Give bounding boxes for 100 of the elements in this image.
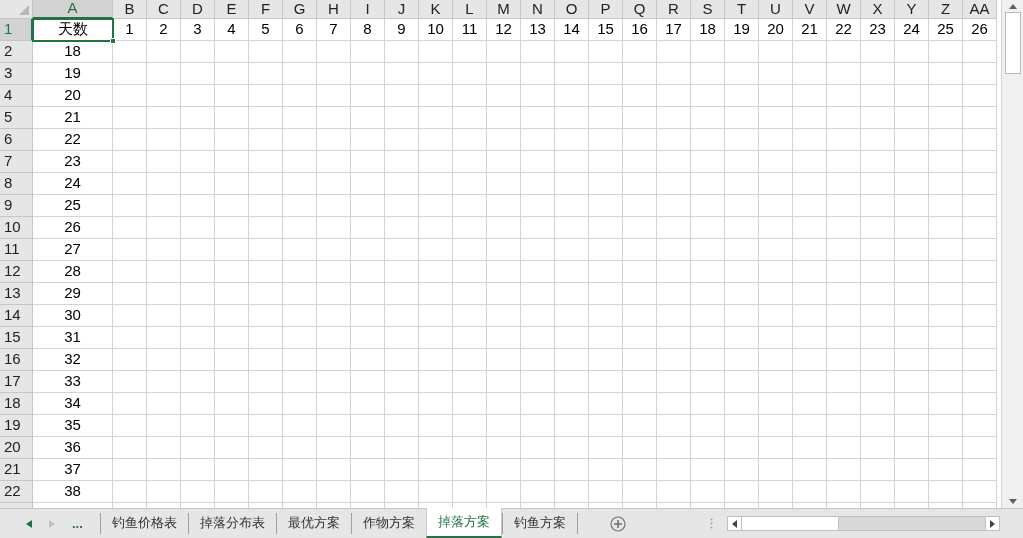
vertical-scrollbar[interactable] xyxy=(1001,0,1023,508)
table-cell[interactable]: 15 xyxy=(589,19,623,41)
sheet-tab[interactable]: 钓鱼价格表 xyxy=(101,508,188,538)
column-header[interactable]: O xyxy=(555,0,589,19)
row-header[interactable]: 18 xyxy=(0,393,33,415)
column-header[interactable]: L xyxy=(453,0,487,19)
table-cell[interactable]: 18 xyxy=(33,41,113,63)
row-header[interactable]: 21 xyxy=(0,459,33,481)
table-cell[interactable]: 19 xyxy=(725,19,759,41)
row-header[interactable]: 6 xyxy=(0,129,33,151)
table-cell[interactable]: 38 xyxy=(33,481,113,503)
row-header[interactable]: 5 xyxy=(0,107,33,129)
table-cell[interactable]: 23 xyxy=(33,151,113,173)
fill-handle[interactable] xyxy=(110,38,116,44)
table-cell[interactable]: 26 xyxy=(963,19,997,41)
table-cell[interactable]: 25 xyxy=(929,19,963,41)
table-cell[interactable]: 14 xyxy=(555,19,589,41)
select-all-icon[interactable] xyxy=(19,5,29,15)
table-cell[interactable]: 34 xyxy=(33,393,113,415)
column-header[interactable]: C xyxy=(147,0,181,19)
table-cell[interactable]: 8 xyxy=(351,19,385,41)
column-header[interactable]: W xyxy=(827,0,861,19)
column-header[interactable]: U xyxy=(759,0,793,19)
column-header[interactable]: I xyxy=(351,0,385,19)
column-header[interactable]: S xyxy=(691,0,725,19)
table-cell[interactable]: 11 xyxy=(453,19,487,41)
table-cell[interactable]: 12 xyxy=(487,19,521,41)
row-header[interactable]: 1 xyxy=(0,19,33,41)
table-cell[interactable]: 20 xyxy=(33,85,113,107)
scroll-right-icon[interactable] xyxy=(990,519,995,528)
column-header[interactable]: K xyxy=(419,0,453,19)
column-header[interactable]: AA xyxy=(963,0,997,19)
scroll-thumb[interactable] xyxy=(1004,12,1021,74)
table-cell[interactable]: 22 xyxy=(827,19,861,41)
column-header[interactable]: N xyxy=(521,0,555,19)
table-cell[interactable]: 17 xyxy=(657,19,691,41)
table-cell[interactable]: 24 xyxy=(895,19,929,41)
table-cell[interactable]: 30 xyxy=(33,305,113,327)
column-header[interactable]: M xyxy=(487,0,521,19)
table-cell[interactable]: 33 xyxy=(33,371,113,393)
column-header[interactable]: Q xyxy=(623,0,657,19)
table-cell[interactable]: 28 xyxy=(33,261,113,283)
column-header[interactable]: B xyxy=(113,0,147,19)
column-header[interactable]: H xyxy=(317,0,351,19)
table-cell[interactable]: 36 xyxy=(33,437,113,459)
row-header[interactable]: 16 xyxy=(0,349,33,371)
table-cell[interactable]: 2 xyxy=(147,19,181,41)
row-header[interactable]: 20 xyxy=(0,437,33,459)
table-cell[interactable]: 18 xyxy=(691,19,725,41)
row-header[interactable]: 4 xyxy=(0,85,33,107)
sheet-tab[interactable]: 作物方案 xyxy=(352,508,426,538)
more-sheets-button[interactable]: ... xyxy=(72,513,83,534)
table-cell[interactable]: 16 xyxy=(623,19,657,41)
sheet-tab[interactable]: 掉落分布表 xyxy=(189,508,276,538)
scroll-up-icon[interactable] xyxy=(1007,2,1018,10)
row-header[interactable]: 13 xyxy=(0,283,33,305)
row-header[interactable]: 22 xyxy=(0,481,33,503)
column-header[interactable]: E xyxy=(215,0,249,19)
horizontal-scrollbar[interactable] xyxy=(727,516,1000,531)
table-cell[interactable]: 23 xyxy=(861,19,895,41)
table-cell[interactable]: 10 xyxy=(419,19,453,41)
column-header[interactable]: J xyxy=(385,0,419,19)
scroll-left-icon[interactable] xyxy=(732,519,737,528)
table-cell[interactable]: 21 xyxy=(33,107,113,129)
column-header[interactable]: G xyxy=(283,0,317,19)
column-header[interactable]: X xyxy=(861,0,895,19)
table-cell[interactable]: 24 xyxy=(33,173,113,195)
table-cell[interactable]: 天数 xyxy=(33,19,113,41)
table-cell[interactable]: 37 xyxy=(33,459,113,481)
table-cell[interactable]: 9 xyxy=(385,19,419,41)
table-cell[interactable]: 26 xyxy=(33,217,113,239)
table-cell[interactable]: 32 xyxy=(33,349,113,371)
sheet-tab[interactable]: 最优方案 xyxy=(277,508,351,538)
scroll-thumb[interactable] xyxy=(742,517,839,530)
row-header[interactable]: 19 xyxy=(0,415,33,437)
table-cell[interactable]: 29 xyxy=(33,283,113,305)
column-header[interactable]: F xyxy=(249,0,283,19)
table-cell[interactable]: 25 xyxy=(33,195,113,217)
row-header[interactable]: 8 xyxy=(0,173,33,195)
row-header[interactable]: 11 xyxy=(0,239,33,261)
row-header[interactable]: 15 xyxy=(0,327,33,349)
column-header[interactable]: D xyxy=(181,0,215,19)
column-header[interactable]: Y xyxy=(895,0,929,19)
row-header[interactable]: 9 xyxy=(0,195,33,217)
column-header[interactable]: T xyxy=(725,0,759,19)
row-header[interactable]: 7 xyxy=(0,151,33,173)
table-cell[interactable]: 27 xyxy=(33,239,113,261)
row-header[interactable]: 12 xyxy=(0,261,33,283)
table-cell[interactable]: 1 xyxy=(113,19,147,41)
table-cell[interactable]: 35 xyxy=(33,415,113,437)
row-header[interactable]: 14 xyxy=(0,305,33,327)
table-cell[interactable]: 4 xyxy=(215,19,249,41)
column-header[interactable]: R xyxy=(657,0,691,19)
scroll-down-icon[interactable] xyxy=(1007,498,1018,506)
row-header[interactable]: 3 xyxy=(0,63,33,85)
column-header[interactable]: V xyxy=(793,0,827,19)
table-cell[interactable]: 22 xyxy=(33,129,113,151)
table-cell[interactable]: 20 xyxy=(759,19,793,41)
row-header[interactable]: 10 xyxy=(0,217,33,239)
row-header[interactable]: 2 xyxy=(0,41,33,63)
